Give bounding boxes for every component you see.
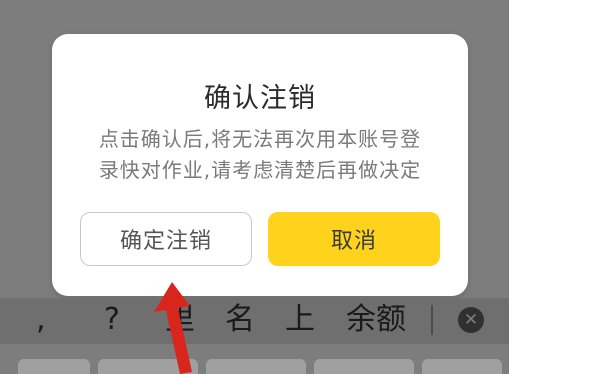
candidate-ming[interactable]: 名	[225, 300, 255, 340]
candidate-comma[interactable]: ,	[36, 300, 46, 340]
candidate-divider	[431, 305, 433, 335]
cancel-button[interactable]: 取消	[268, 212, 440, 266]
app-screen: 确认注销 点击确认后,将无法再次用本账号登 录快对作业,请考虑清楚后再做决定 确…	[0, 0, 509, 374]
keyboard-key[interactable]	[422, 359, 502, 374]
right-margin	[509, 0, 592, 374]
dialog-title: 确认注销	[204, 83, 316, 114]
logout-confirm-dialog: 确认注销 点击确认后,将无法再次用本账号登 录快对作业,请考虑清楚后再做决定 确…	[52, 34, 468, 296]
dialog-message-line1: 点击确认后,将无法再次用本账号登	[98, 127, 422, 151]
keyboard-key[interactable]	[314, 359, 414, 374]
candidate-question[interactable]: ?	[104, 300, 120, 340]
keyboard-key[interactable]	[206, 359, 306, 374]
dialog-message: 点击确认后,将无法再次用本账号登 录快对作业,请考虑清楚后再做决定	[78, 124, 442, 186]
confirm-logout-button[interactable]: 确定注销	[80, 212, 252, 266]
candidate-shang[interactable]: 上	[285, 300, 315, 340]
candidate-yue[interactable]: 余额	[346, 300, 406, 340]
keyboard-key[interactable]	[18, 359, 90, 374]
dialog-message-line2: 录快对作业,请考虑清楚后再做决定	[98, 158, 422, 182]
red-arrow-annotation	[154, 282, 192, 374]
keyboard-key-row	[0, 352, 509, 374]
delete-icon[interactable]: ✕	[458, 307, 484, 333]
